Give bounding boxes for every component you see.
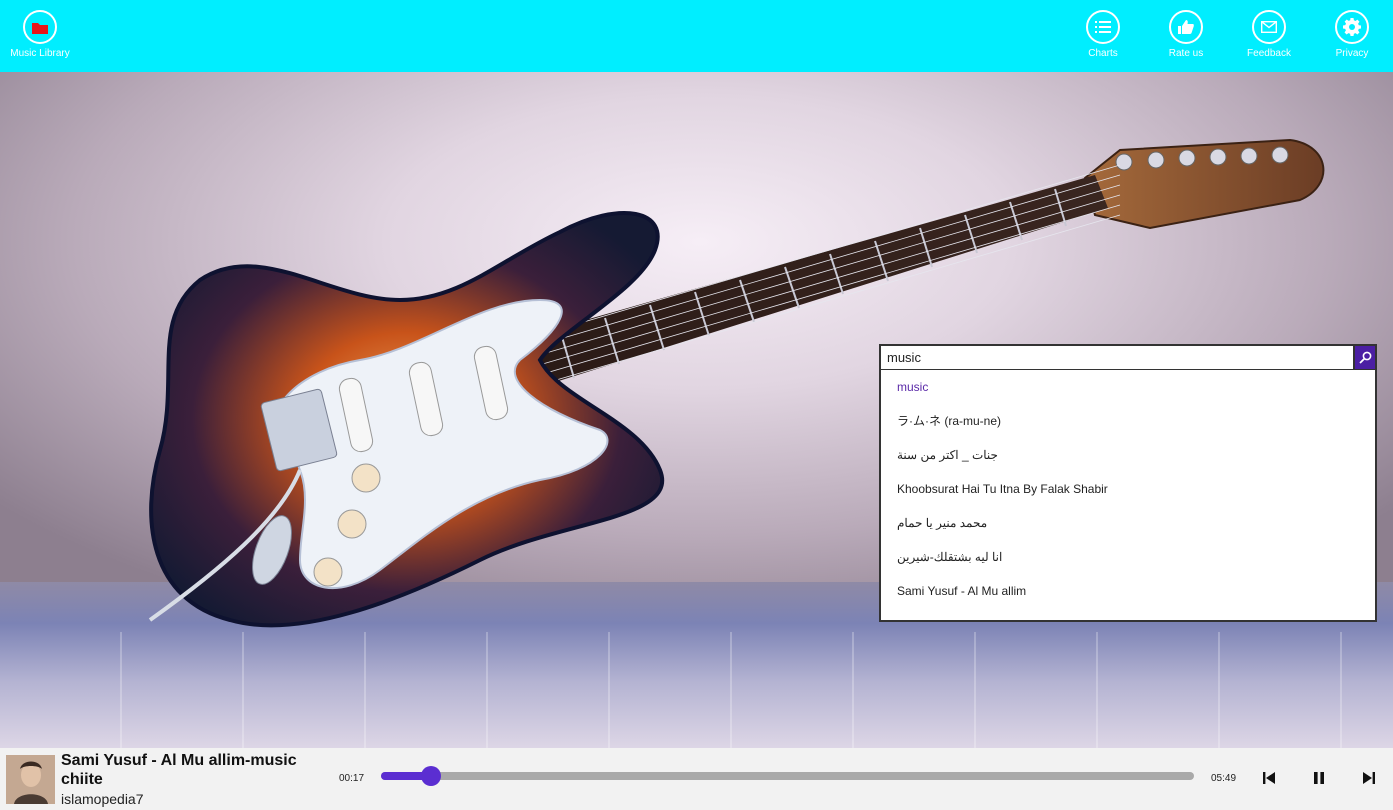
charts-button[interactable]: Charts — [1068, 10, 1138, 59]
elapsed-time: 00:17 — [339, 773, 365, 784]
total-duration: 05:49 — [1211, 773, 1237, 784]
folder-icon — [23, 10, 57, 44]
feedback-button[interactable]: Feedback — [1234, 10, 1304, 59]
now-playing-bar: Sami Yusuf - Al Mu allim-music chiite is… — [0, 748, 1393, 810]
rate-us-label: Rate us — [1168, 48, 1204, 59]
suggestion-item[interactable]: جنات _ اكتر من سنة — [881, 438, 1375, 472]
previous-button[interactable] — [1259, 768, 1279, 788]
search-icon — [1358, 351, 1371, 364]
suggestion-item[interactable]: music — [881, 370, 1375, 404]
music-library-label: Music Library — [10, 48, 70, 59]
next-button[interactable] — [1359, 768, 1379, 788]
search-suggestions-list: music ラ·ム·ネ (ra-mu-ne) جنات _ اكتر من سن… — [879, 370, 1377, 622]
album-art — [6, 755, 55, 804]
pause-button[interactable] — [1309, 768, 1329, 788]
list-icon — [1086, 10, 1120, 44]
track-artist: islamopedia7 — [61, 791, 144, 807]
charts-label: Charts — [1088, 48, 1118, 59]
mail-icon — [1252, 10, 1286, 44]
search-input[interactable] — [881, 346, 1353, 369]
seek-bar-thumb[interactable] — [421, 766, 442, 786]
gear-icon — [1335, 10, 1369, 44]
suggestion-item[interactable]: Khoobsurat Hai Tu Itna By Falak Shabir — [881, 472, 1375, 506]
track-title: Sami Yusuf - Al Mu allim-music chiite — [61, 752, 297, 788]
thumbs-up-icon — [1169, 10, 1203, 44]
privacy-label: Privacy — [1335, 48, 1369, 59]
suggestion-item[interactable]: ラ·ム·ネ (ra-mu-ne) — [881, 404, 1375, 438]
seek-bar[interactable] — [381, 766, 1194, 786]
suggestion-item[interactable]: Sami Yusuf - Al Mu allim — [881, 574, 1375, 608]
rate-us-button[interactable]: Rate us — [1151, 10, 1221, 59]
pause-icon — [1314, 772, 1324, 784]
search-box[interactable] — [879, 344, 1353, 371]
suggestion-item[interactable]: انا ليه بشتقلك-شيرين — [881, 540, 1375, 574]
skip-previous-icon — [1263, 772, 1275, 784]
top-app-bar: Music Library Charts Rate us Feedback Pr… — [0, 0, 1393, 72]
skip-next-icon — [1363, 772, 1375, 784]
privacy-button[interactable]: Privacy — [1317, 10, 1387, 59]
search-button[interactable] — [1353, 344, 1377, 371]
music-library-button[interactable]: Music Library — [5, 10, 75, 59]
feedback-label: Feedback — [1247, 48, 1291, 59]
suggestion-item[interactable]: محمد منير يا حمام — [881, 506, 1375, 540]
